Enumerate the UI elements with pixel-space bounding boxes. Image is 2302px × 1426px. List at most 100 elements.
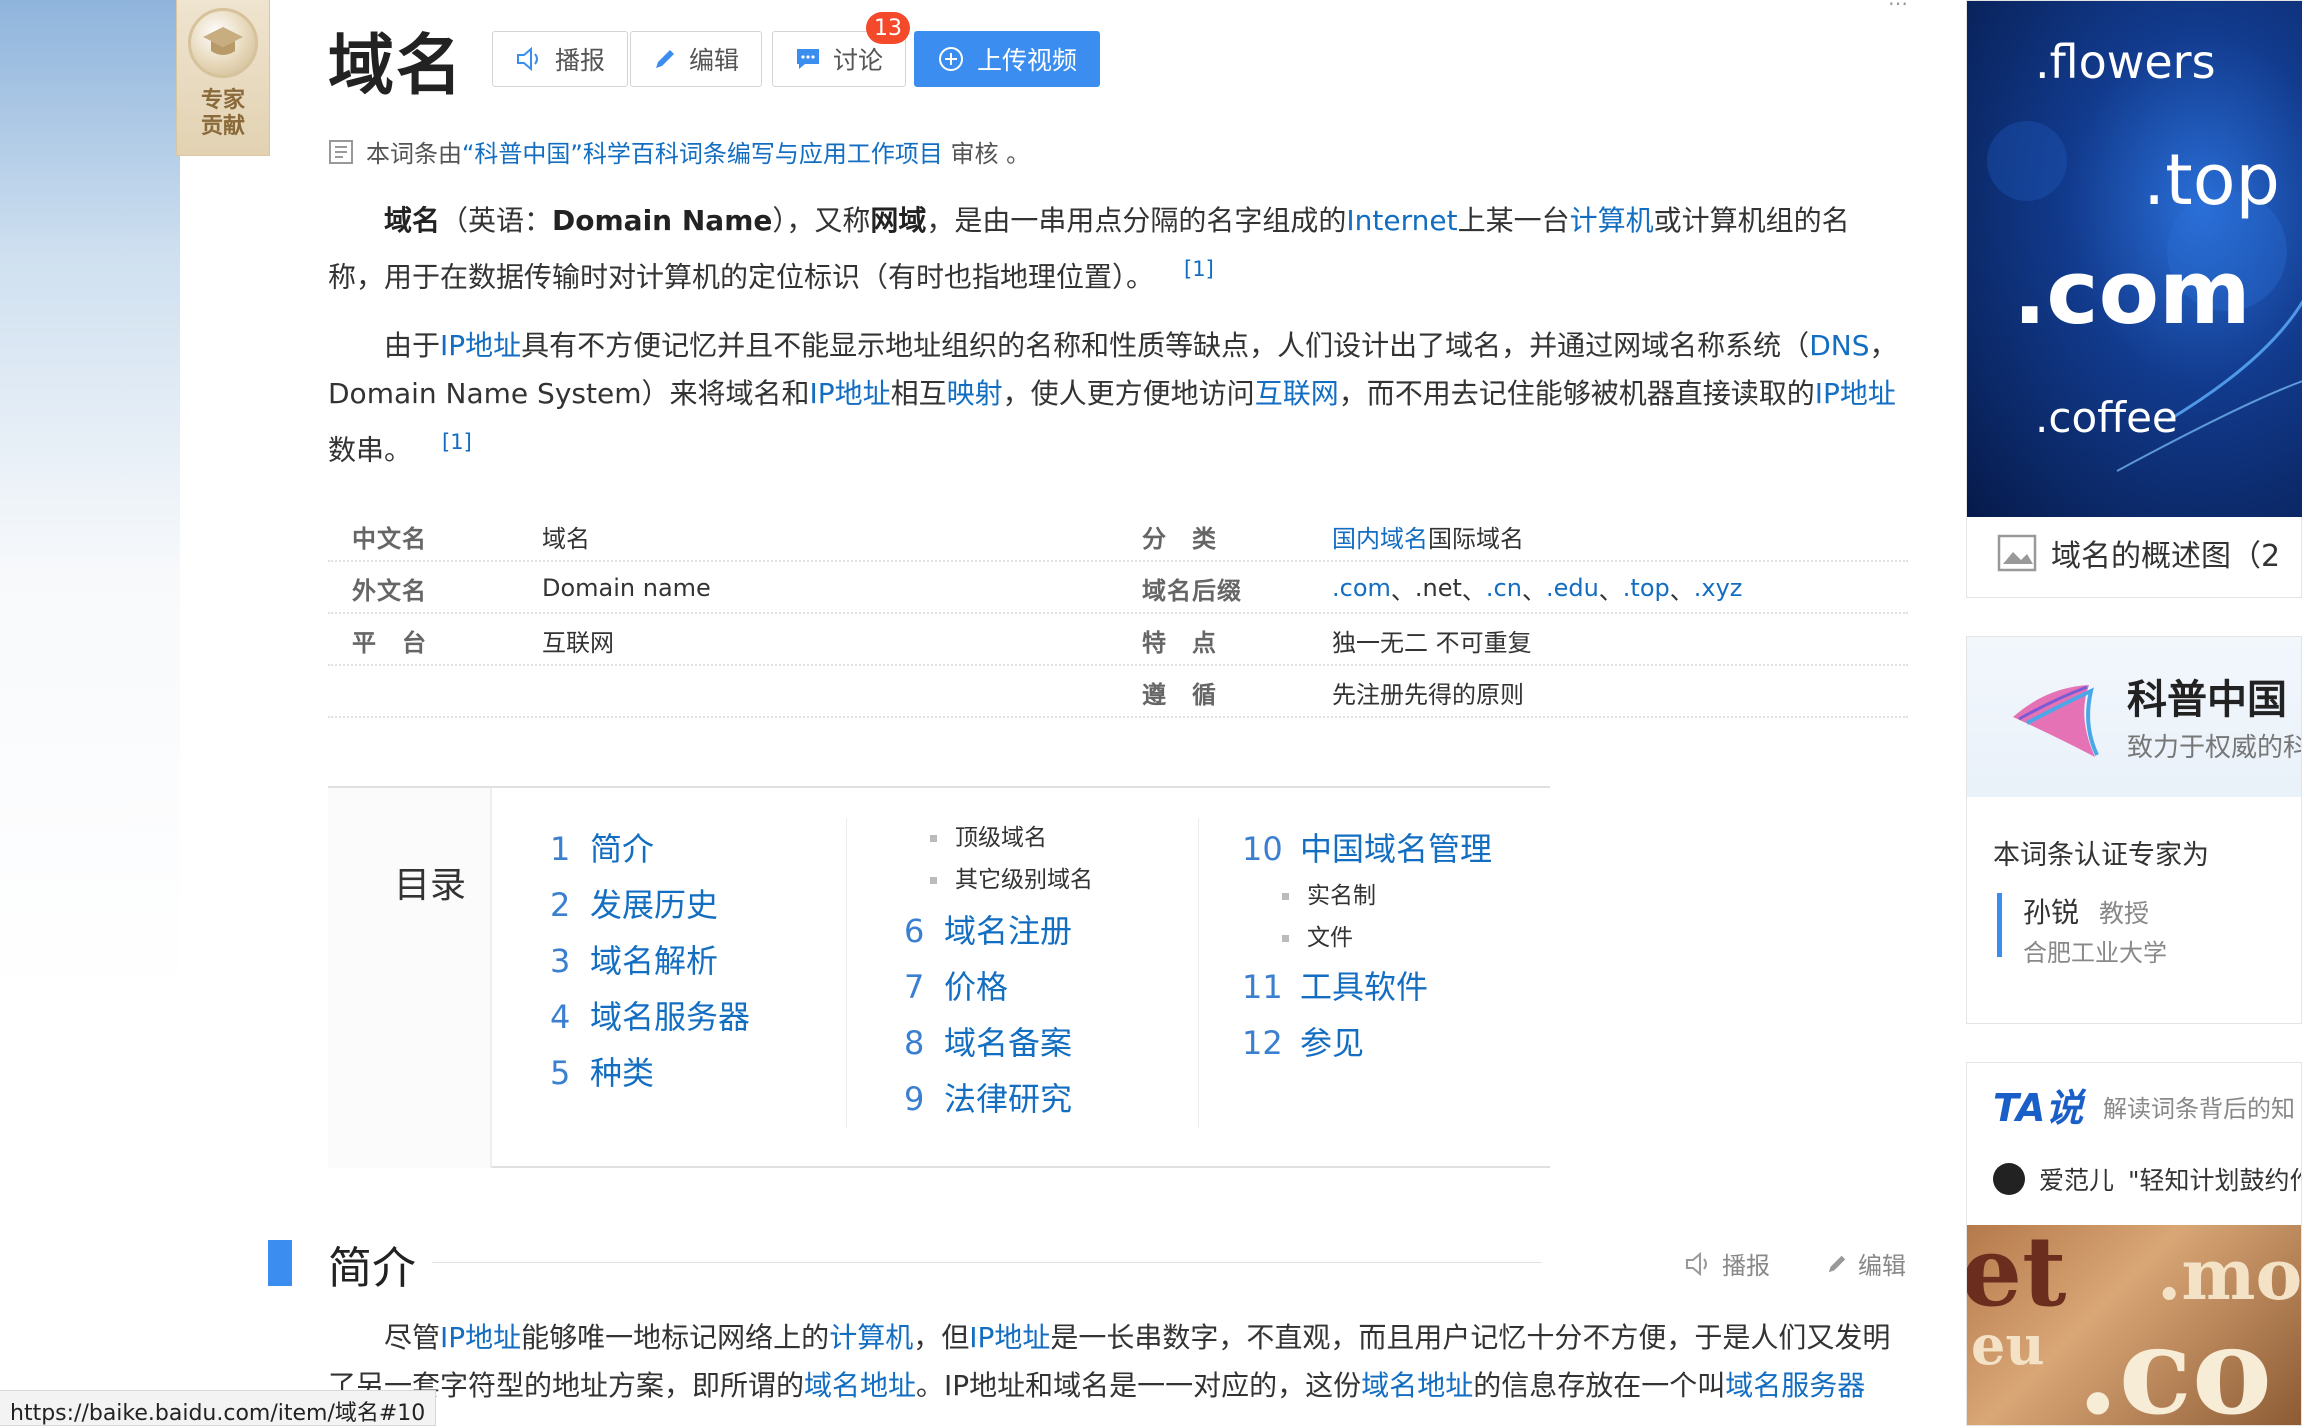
infobox-row: 平 台 互联网 特 点 独一无二 不可重复 bbox=[328, 614, 1908, 666]
toc-num: 8 bbox=[904, 1024, 925, 1062]
album-caption[interactable]: 域名的概述图（2 bbox=[1997, 531, 2280, 575]
album-card[interactable]: .flowers .top .com .coffee 域名的概述图（2 bbox=[1966, 0, 2302, 598]
toc-item[interactable]: 1 简介 bbox=[550, 824, 654, 870]
text: 上某一台 bbox=[1457, 204, 1570, 237]
page-title: 域名 bbox=[328, 26, 464, 104]
link-suffix-cn[interactable]: .cn bbox=[1486, 574, 1522, 602]
infobox-name: 域名后缀 bbox=[1142, 576, 1242, 605]
discuss-label: 讨论 bbox=[833, 46, 884, 75]
link-mapping[interactable]: 映射 bbox=[947, 377, 1003, 410]
link-domestic-domain[interactable]: 国内域名 bbox=[1332, 519, 1428, 554]
toc-item[interactable]: 4 域名服务器 bbox=[550, 992, 750, 1038]
link-internet-cn[interactable]: 互联网 bbox=[1255, 377, 1339, 410]
toc-num: 5 bbox=[550, 1054, 571, 1092]
review-project-link[interactable]: “科普中国”科学百科词条编写与应用工作项目 bbox=[462, 140, 943, 168]
link-suffix-com[interactable]: .com bbox=[1332, 574, 1391, 602]
link-ip-address[interactable]: IP地址 bbox=[440, 329, 521, 362]
link-ip-address[interactable]: IP地址 bbox=[1815, 377, 1896, 410]
term-bold: 域名 bbox=[384, 204, 441, 237]
toc-item[interactable]: 6 域名注册 bbox=[904, 906, 1072, 952]
toc-item[interactable]: 2 发展历史 bbox=[550, 880, 718, 926]
toc-item[interactable]: 10 中国域名管理 bbox=[1242, 824, 1492, 870]
toc-item[interactable]: 5 种类 bbox=[550, 1048, 654, 1094]
album-image[interactable]: .flowers .top .com .coffee bbox=[1967, 1, 2302, 517]
toc-num: 2 bbox=[550, 886, 571, 924]
reference-link[interactable]: [1] bbox=[442, 430, 472, 454]
tashuo-card: TA说 解读词条背后的知 爱范儿 "轻知计划鼓约作 et eu .co .mo bbox=[1966, 1062, 2302, 1426]
edit-button[interactable]: 编辑 bbox=[630, 31, 763, 87]
toc-label: 发展历史 bbox=[590, 886, 719, 924]
link-suffix-top[interactable]: .top bbox=[1623, 574, 1670, 602]
page-background-left bbox=[0, 0, 180, 1426]
toc-num: 1 bbox=[550, 830, 571, 868]
link-domain-address[interactable]: 域名地址 bbox=[1361, 1369, 1473, 1402]
top-hint: … bbox=[1888, 0, 1908, 10]
tashuo-post[interactable]: 爱范儿 "轻知计划鼓约作 bbox=[1993, 1161, 2301, 1197]
broadcast-button[interactable]: 播报 bbox=[492, 31, 629, 87]
link-domain-address[interactable]: 域名地址 bbox=[804, 1369, 916, 1402]
album-caption-text: 域名的概述图（2 bbox=[2051, 539, 2281, 574]
toc-label: 价格 bbox=[944, 968, 1009, 1006]
discuss-count-badge: 13 bbox=[866, 12, 910, 44]
link-internet[interactable]: Internet bbox=[1346, 204, 1457, 237]
toc-num: 7 bbox=[904, 968, 925, 1006]
kepu-china-card: 科普中国 致力于权威的科 本词条认证专家为 孙锐 教授 合肥工业大学 bbox=[1966, 636, 2302, 1024]
link-ip-address[interactable]: IP地址 bbox=[440, 1321, 521, 1354]
text: ，使人更方便地访问 bbox=[1002, 377, 1255, 410]
text: 由于 bbox=[384, 329, 441, 362]
broadcast-label: 播报 bbox=[555, 46, 606, 75]
toc-item[interactable]: 9 法律研究 bbox=[904, 1074, 1072, 1120]
toc-item[interactable]: 12 参见 bbox=[1242, 1018, 1364, 1064]
toc-num: 10 bbox=[1242, 830, 1283, 868]
kepu-expert[interactable]: 孙锐 教授 bbox=[2023, 891, 2149, 931]
toc-item[interactable]: 11 工具软件 bbox=[1242, 962, 1428, 1008]
link-suffix-edu[interactable]: .edu bbox=[1546, 574, 1599, 602]
toc-item[interactable]: 3 域名解析 bbox=[550, 936, 718, 982]
speaker-icon bbox=[517, 47, 538, 71]
link-ip-address[interactable]: IP地址 bbox=[969, 1321, 1050, 1354]
toc-subitem[interactable]: 其它级别域名 bbox=[930, 860, 1093, 894]
document-icon bbox=[329, 139, 353, 164]
link-dns[interactable]: DNS bbox=[1809, 329, 1869, 362]
tashuo-image[interactable]: et eu .co .mo bbox=[1967, 1225, 2301, 1425]
section-divider bbox=[432, 1262, 1542, 1263]
toc-label: 域名解析 bbox=[590, 942, 719, 980]
toc-num: 9 bbox=[904, 1080, 925, 1118]
reference-link[interactable]: [1] bbox=[1184, 257, 1214, 281]
tashuo-logo: TA说 bbox=[1993, 1086, 2084, 1130]
link-platform-internet[interactable]: 互联网 bbox=[542, 614, 614, 666]
section-broadcast-button[interactable]: 播报 bbox=[1684, 1246, 1770, 1281]
infobox-suffix-list: .com、 .net、 .cn、 .edu、 .top、 .xyz bbox=[1332, 562, 1742, 614]
expert-badge-label: 专家贡献 bbox=[200, 88, 245, 139]
infobox-row: 中文名 域名 分 类 国内域名 国际域名 bbox=[328, 510, 1908, 562]
pencil-icon bbox=[656, 50, 674, 68]
speaker-icon bbox=[1686, 1251, 1707, 1276]
review-suffix: 审核 。 bbox=[942, 140, 1031, 168]
section-edit-button[interactable]: 编辑 bbox=[1826, 1246, 1906, 1281]
link-computer[interactable]: 计算机 bbox=[829, 1321, 913, 1354]
link-suffix-xyz[interactable]: .xyz bbox=[1694, 574, 1743, 602]
toc-item[interactable]: 8 域名备案 bbox=[904, 1018, 1072, 1064]
tashuo-subtitle: 解读词条背后的知 bbox=[2103, 1095, 2295, 1123]
toc-item[interactable]: 7 价格 bbox=[904, 962, 1008, 1008]
review-notice: 本词条由“科普中国”科学百科词条编写与应用工作项目 审核 。 bbox=[328, 134, 1030, 169]
link-domain-server[interactable]: 域名服务器 bbox=[1725, 1369, 1865, 1402]
right-sidebar: .flowers .top .com .coffee 域名的概述图（2 科普中国… bbox=[1966, 0, 2302, 1426]
section-header-intro: 简介 播报 编辑 bbox=[268, 1228, 1908, 1298]
infobox-name: 分 类 bbox=[1142, 524, 1217, 553]
text: 尽管 bbox=[384, 1321, 441, 1354]
intro-section-paragraph: 尽管IP地址能够唯一地标记网络上的计算机，但IP地址是一长串数字，不直观，而且用… bbox=[328, 1314, 1903, 1410]
upload-video-button[interactable]: 上传视频 bbox=[914, 31, 1101, 87]
expert-contribution-badge[interactable]: 专家贡献 bbox=[176, 0, 270, 156]
toc-label: 种类 bbox=[590, 1054, 655, 1092]
link-computer[interactable]: 计算机 bbox=[1570, 204, 1654, 237]
toc-label: 简介 bbox=[590, 830, 655, 868]
toc-subitem[interactable]: 顶级域名 bbox=[930, 818, 1047, 852]
text: ，而不用去记住能够被机器直接读取的 bbox=[1338, 377, 1815, 410]
expert-organization: 合肥工业大学 bbox=[2023, 939, 2167, 967]
infobox-row: 遵 循 先注册先得的原则 bbox=[328, 666, 1908, 718]
link-ip-address[interactable]: IP地址 bbox=[809, 377, 890, 410]
toc-subitem[interactable]: 实名制 bbox=[1282, 876, 1376, 910]
expert-name: 孙锐 bbox=[2023, 896, 2080, 929]
toc-subitem[interactable]: 文件 bbox=[1282, 918, 1353, 952]
